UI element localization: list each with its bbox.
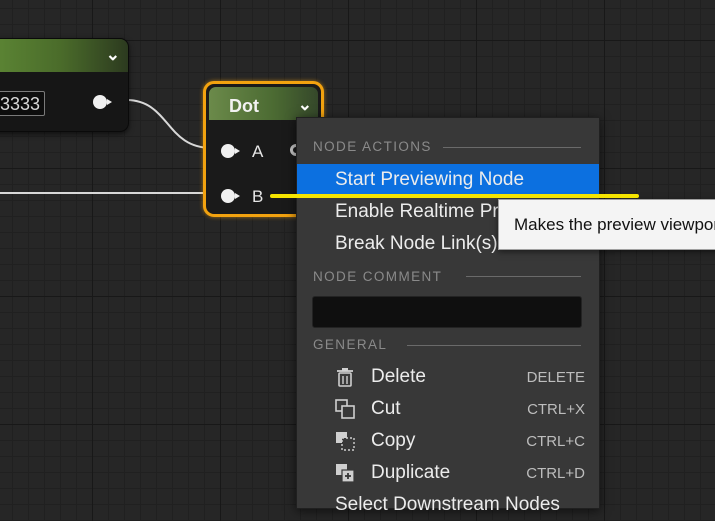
tooltip: Makes the preview viewport [498, 199, 715, 250]
cut-icon [335, 399, 355, 419]
menu-item-start-previewing[interactable]: Start Previewing Node [297, 164, 599, 196]
menu-item-duplicate[interactable]: Duplicate CTRL+D [297, 457, 599, 489]
duplicate-icon [336, 464, 355, 483]
input-pin-b[interactable] [221, 189, 240, 203]
context-menu: NODE ACTIONS Start Previewing Node Enabl… [296, 117, 600, 515]
input-pin-a[interactable] [221, 144, 240, 158]
node-title: Dot [229, 96, 259, 116]
section-header-general: GENERAL [313, 337, 388, 352]
copy-icon [336, 432, 355, 451]
menu-item-cut[interactable]: Cut CTRL+X [297, 393, 599, 425]
left-node-header[interactable]: ⌄ [0, 39, 128, 72]
menu-item-label: Duplicate [371, 462, 451, 483]
shortcut-label: CTRL+D [526, 465, 585, 482]
menu-item-label: Select Downstream Nodes [335, 494, 560, 515]
menu-item-delete[interactable]: Delete DELETE [297, 361, 599, 393]
menu-item-label: Delete [371, 366, 426, 387]
node-comment-input[interactable] [312, 296, 582, 328]
section-header-node-actions: NODE ACTIONS [313, 139, 432, 154]
divider [407, 345, 581, 346]
shortcut-label: CTRL+X [527, 401, 585, 418]
shortcut-label: CTRL+C [526, 433, 585, 450]
menu-item-label: Break Node Link(s) [335, 233, 498, 254]
wire-to-a [125, 99, 213, 149]
trash-icon [337, 368, 353, 387]
value-field[interactable]: 333333 [0, 91, 45, 116]
section-header-node-comment: NODE COMMENT [313, 269, 443, 284]
chevron-down-icon[interactable]: ⌄ [298, 95, 312, 115]
divider [443, 147, 581, 148]
menu-item-select-downstream[interactable]: Select Downstream Nodes [297, 489, 599, 521]
output-pin[interactable] [93, 95, 112, 109]
pin-label-a: A [252, 142, 264, 161]
menu-item-label: Copy [371, 430, 416, 451]
chevron-down-icon[interactable]: ⌄ [106, 45, 120, 65]
dot-node-header[interactable]: Dot ⌄ [209, 87, 318, 120]
shortcut-label: DELETE [526, 369, 585, 386]
divider [466, 276, 581, 277]
menu-item-label: Enable Realtime Pr [335, 201, 499, 222]
pin-label-b: B [252, 187, 264, 206]
menu-item-label: Cut [371, 398, 401, 419]
left-node[interactable]: ⌄ 333333 [0, 38, 129, 132]
menu-item-label: Start Previewing Node [335, 169, 525, 190]
menu-item-copy[interactable]: Copy CTRL+C [297, 425, 599, 457]
